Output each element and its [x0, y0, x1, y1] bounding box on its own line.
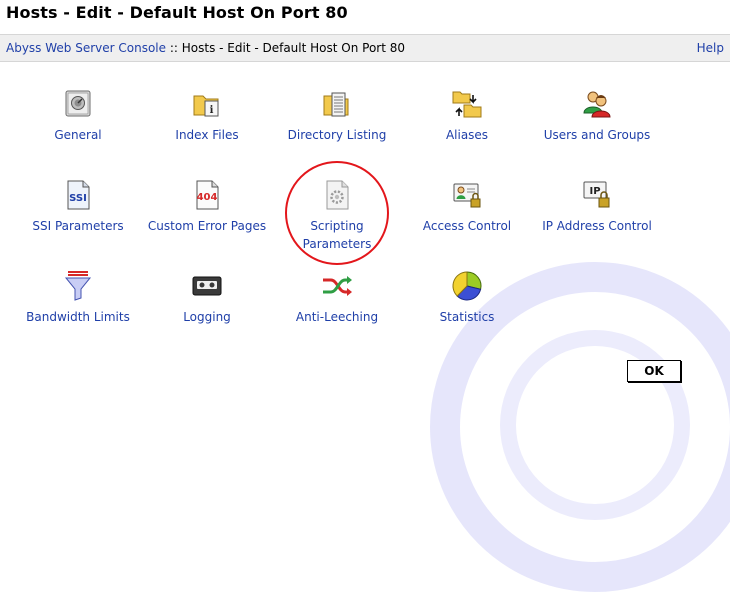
tile-label: SSI Parameters — [32, 219, 124, 233]
cassette-icon — [191, 270, 223, 302]
svg-text:i: i — [210, 105, 214, 116]
ip-icon-text: IP — [589, 186, 600, 197]
tile-label: Custom Error Pages — [147, 219, 267, 233]
breadcrumb-bar: Abyss Web Server Console :: Hosts - Edit… — [0, 34, 730, 62]
error-code-text: 404 — [197, 192, 218, 203]
tile-label: Aliases — [445, 128, 489, 142]
folder-list-icon — [321, 88, 353, 120]
tile-label: Access Control — [422, 219, 512, 233]
pie-chart-icon — [451, 270, 483, 302]
tile-general[interactable]: General — [8, 88, 148, 144]
tile-label: Statistics — [439, 310, 495, 324]
highlight-ring — [285, 161, 389, 265]
tile-label: Anti-Leeching — [295, 310, 379, 324]
tile-label: Directory Listing — [287, 128, 387, 142]
tile-statistics[interactable]: Statistics — [397, 270, 537, 326]
tile-ip-address-control[interactable]: IP IP Address Control — [527, 179, 667, 235]
tile-index-files[interactable]: i Index Files — [137, 88, 277, 144]
tile-access-control[interactable]: Access Control — [397, 179, 537, 235]
help-link[interactable]: Help — [697, 41, 724, 55]
ip-lock-icon: IP — [581, 179, 613, 211]
breadcrumb: Abyss Web Server Console :: Hosts - Edit… — [6, 41, 405, 55]
users-icon — [581, 88, 613, 120]
ok-button[interactable]: OK — [627, 360, 681, 382]
tile-bandwidth-limits[interactable]: Bandwidth Limits — [8, 270, 148, 326]
tile-label: Bandwidth Limits — [26, 310, 130, 324]
ssi-icon-text: SSI — [69, 193, 87, 204]
ssi-icon: SSI — [62, 179, 94, 211]
page-title: Hosts - Edit - Default Host On Port 80 — [6, 3, 348, 22]
tile-label: Users and Groups — [543, 128, 651, 142]
tile-label: IP Address Control — [542, 219, 652, 233]
aliases-icon — [451, 88, 483, 120]
folder-info-icon: i — [191, 88, 223, 120]
tile-aliases[interactable]: Aliases — [397, 88, 537, 144]
breadcrumb-separator: :: — [166, 41, 182, 55]
tile-anti-leeching[interactable]: Anti-Leeching — [267, 270, 407, 326]
tile-users-and-groups[interactable]: Users and Groups — [527, 88, 667, 144]
funnel-icon — [62, 270, 94, 302]
id-card-lock-icon — [451, 179, 483, 211]
watermark-ring-inner — [500, 330, 690, 520]
shuffle-arrows-icon — [321, 270, 353, 302]
tile-ssi-parameters[interactable]: SSI SSI Parameters — [8, 179, 148, 235]
tile-label: General — [54, 128, 102, 142]
tile-label: Index Files — [175, 128, 239, 142]
general-settings-icon — [62, 88, 94, 120]
tile-directory-listing[interactable]: Directory Listing — [267, 88, 407, 144]
console-link[interactable]: Abyss Web Server Console — [6, 41, 166, 55]
tile-custom-error-pages[interactable]: 404 Custom Error Pages — [137, 179, 277, 235]
tile-logging[interactable]: Logging — [137, 270, 277, 326]
breadcrumb-current: Hosts - Edit - Default Host On Port 80 — [181, 41, 406, 55]
error-page-icon: 404 — [191, 179, 223, 211]
tile-label: Logging — [183, 310, 231, 324]
